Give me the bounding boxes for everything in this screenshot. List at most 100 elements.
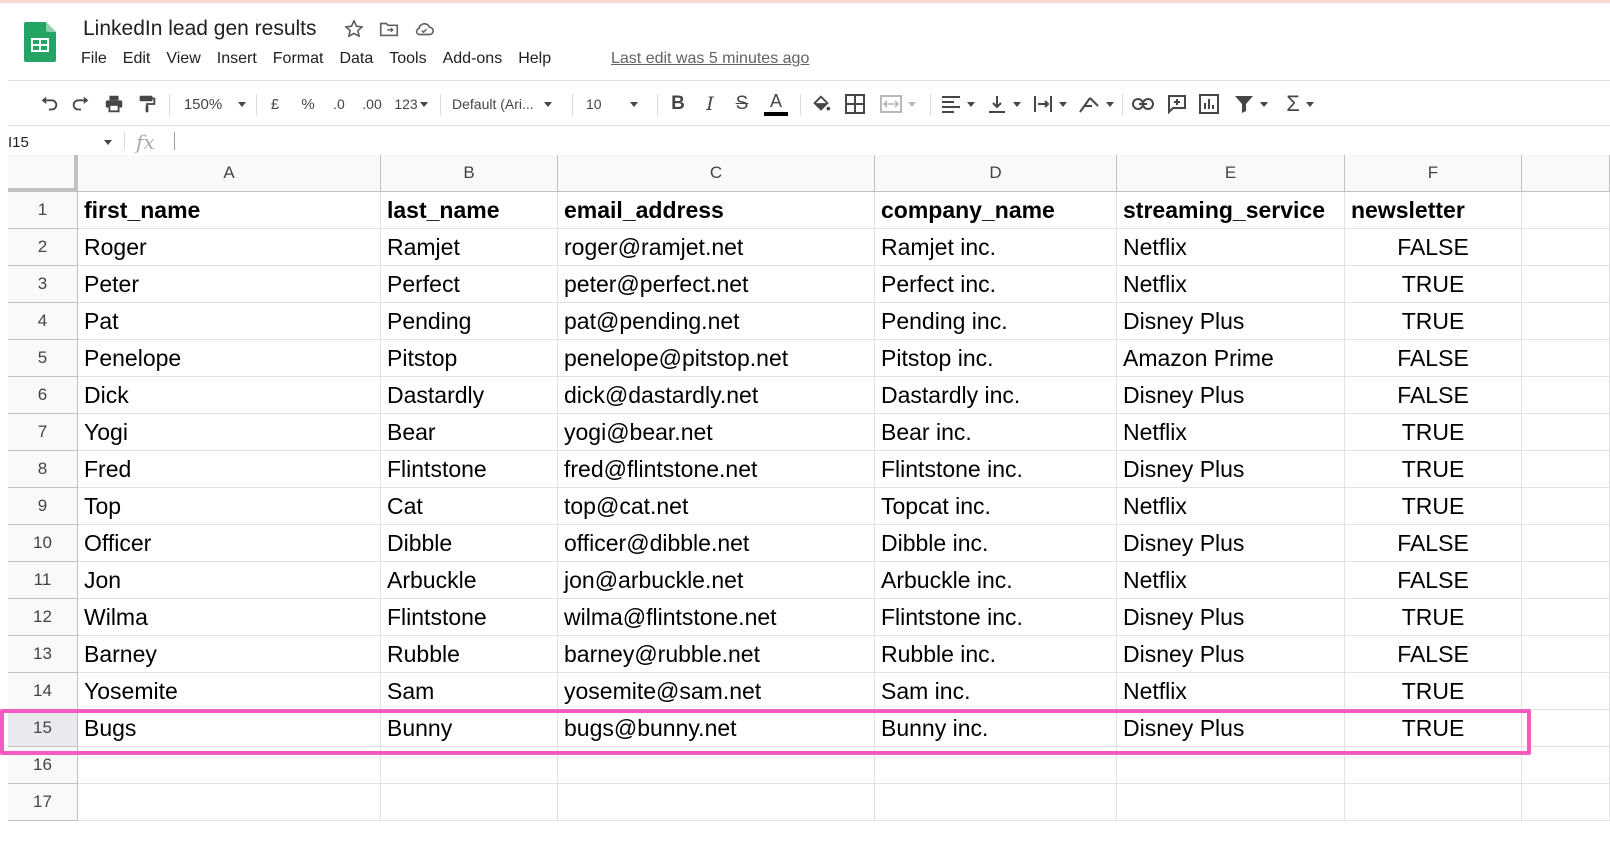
cell-g2[interactable] — [1522, 229, 1610, 266]
row-header-8[interactable]: 8 — [8, 451, 78, 488]
row-header-12[interactable]: 12 — [8, 599, 78, 636]
cell-e15[interactable]: Disney Plus — [1117, 710, 1345, 747]
cell-b10[interactable]: Dibble — [381, 525, 558, 562]
cell-d7[interactable]: Bear inc. — [875, 414, 1117, 451]
cell-g3[interactable] — [1522, 266, 1610, 303]
fill-color-icon[interactable] — [808, 84, 834, 124]
cell-d9[interactable]: Topcat inc. — [875, 488, 1117, 525]
increase-decimal-button[interactable]: .00 — [358, 84, 386, 124]
cell-a6[interactable]: Dick — [78, 377, 381, 414]
cell-c8[interactable]: fred@flintstone.net — [558, 451, 875, 488]
row-header-11[interactable]: 11 — [8, 562, 78, 599]
percent-button[interactable]: % — [297, 84, 319, 124]
strikethrough-button[interactable]: S — [731, 84, 753, 124]
cell-g13[interactable] — [1522, 636, 1610, 673]
functions-icon[interactable]: Σ — [1280, 84, 1320, 124]
chevron-down-icon[interactable] — [104, 140, 112, 145]
cell-d14[interactable]: Sam inc. — [875, 673, 1117, 710]
cell-f11[interactable]: FALSE — [1345, 562, 1522, 599]
undo-icon[interactable] — [36, 84, 62, 124]
cell-a15[interactable]: Bugs — [78, 710, 381, 747]
cell-a10[interactable]: Officer — [78, 525, 381, 562]
cell-b12[interactable]: Flintstone — [381, 599, 558, 636]
row-header-6[interactable]: 6 — [8, 377, 78, 414]
cell-b2[interactable]: Ramjet — [381, 229, 558, 266]
vertical-align-icon[interactable] — [984, 84, 1024, 124]
cell-f17[interactable] — [1345, 784, 1522, 821]
cell-g9[interactable] — [1522, 488, 1610, 525]
document-title[interactable]: LinkedIn lead gen results — [83, 17, 317, 41]
menu-help[interactable]: Help — [518, 50, 551, 72]
column-header-b[interactable]: B — [381, 155, 558, 192]
cell-d4[interactable]: Pending inc. — [875, 303, 1117, 340]
cell-c10[interactable]: officer@dibble.net — [558, 525, 875, 562]
cell-f3[interactable]: TRUE — [1345, 266, 1522, 303]
cell-f8[interactable]: TRUE — [1345, 451, 1522, 488]
select-all-corner[interactable] — [8, 155, 78, 192]
text-wrapping-icon[interactable] — [1030, 84, 1070, 124]
filter-icon[interactable] — [1230, 84, 1272, 124]
cell-c2[interactable]: roger@ramjet.net — [558, 229, 875, 266]
cell-e17[interactable] — [1117, 784, 1345, 821]
zoom-select[interactable]: 150% — [180, 84, 250, 124]
cell-d11[interactable]: Arbuckle inc. — [875, 562, 1117, 599]
cell-e2[interactable]: Netflix — [1117, 229, 1345, 266]
menu-format[interactable]: Format — [273, 50, 324, 72]
cell-f5[interactable]: FALSE — [1345, 340, 1522, 377]
menu-view[interactable]: View — [166, 50, 200, 72]
bold-button[interactable]: B — [667, 84, 689, 124]
move-to-folder-icon[interactable] — [378, 18, 400, 40]
row-header-10[interactable]: 10 — [8, 525, 78, 562]
cell-g12[interactable] — [1522, 599, 1610, 636]
column-header-f[interactable]: F — [1345, 155, 1522, 192]
cell-a8[interactable]: Fred — [78, 451, 381, 488]
cell-e10[interactable]: Disney Plus — [1117, 525, 1345, 562]
menu-insert[interactable]: Insert — [217, 50, 257, 72]
cell-b8[interactable]: Flintstone — [381, 451, 558, 488]
cell-b9[interactable]: Cat — [381, 488, 558, 525]
row-header-3[interactable]: 3 — [8, 266, 78, 303]
cell-e16[interactable] — [1117, 747, 1345, 784]
cell-c9[interactable]: top@cat.net — [558, 488, 875, 525]
cell-b14[interactable]: Sam — [381, 673, 558, 710]
text-color-button[interactable]: A — [762, 84, 790, 124]
cell-f2[interactable]: FALSE — [1345, 229, 1522, 266]
cell-c14[interactable]: yosemite@sam.net — [558, 673, 875, 710]
cell-e14[interactable]: Netflix — [1117, 673, 1345, 710]
cell-f12[interactable]: TRUE — [1345, 599, 1522, 636]
more-formats-button[interactable]: 123 — [392, 84, 430, 124]
cell-e8[interactable]: Disney Plus — [1117, 451, 1345, 488]
column-header-c[interactable]: C — [558, 155, 875, 192]
cell-f15[interactable]: TRUE — [1345, 710, 1522, 747]
cell-b11[interactable]: Arbuckle — [381, 562, 558, 599]
cell-e3[interactable]: Netflix — [1117, 266, 1345, 303]
paint-format-icon[interactable] — [134, 84, 160, 124]
cell-e11[interactable]: Netflix — [1117, 562, 1345, 599]
cell-c6[interactable]: dick@dastardly.net — [558, 377, 875, 414]
cell-b4[interactable]: Pending — [381, 303, 558, 340]
name-box[interactable]: I15 — [8, 134, 29, 151]
cell-c1[interactable]: email_address — [558, 192, 875, 229]
cell-e1[interactable]: streaming_service — [1117, 192, 1345, 229]
print-icon[interactable] — [101, 84, 127, 124]
cell-f9[interactable]: TRUE — [1345, 488, 1522, 525]
row-header-4[interactable]: 4 — [8, 303, 78, 340]
cell-d17[interactable] — [875, 784, 1117, 821]
cell-a3[interactable]: Peter — [78, 266, 381, 303]
cell-f7[interactable]: TRUE — [1345, 414, 1522, 451]
cell-e7[interactable]: Netflix — [1117, 414, 1345, 451]
last-edit-link[interactable]: Last edit was 5 minutes ago — [611, 50, 809, 68]
cell-a1[interactable]: first_name — [78, 192, 381, 229]
star-icon[interactable] — [343, 18, 365, 40]
cell-a16[interactable] — [78, 747, 381, 784]
formula-input[interactable] — [174, 132, 175, 150]
cell-b5[interactable]: Pitstop — [381, 340, 558, 377]
cell-c15[interactable]: bugs@bunny.net — [558, 710, 875, 747]
cell-d8[interactable]: Flintstone inc. — [875, 451, 1117, 488]
cell-g11[interactable] — [1522, 562, 1610, 599]
row-header-14[interactable]: 14 — [8, 673, 78, 710]
font-family-select[interactable]: Default (Ari... — [452, 84, 564, 124]
cloud-saved-icon[interactable] — [413, 18, 435, 40]
cell-g8[interactable] — [1522, 451, 1610, 488]
row-header-1[interactable]: 1 — [8, 192, 78, 229]
